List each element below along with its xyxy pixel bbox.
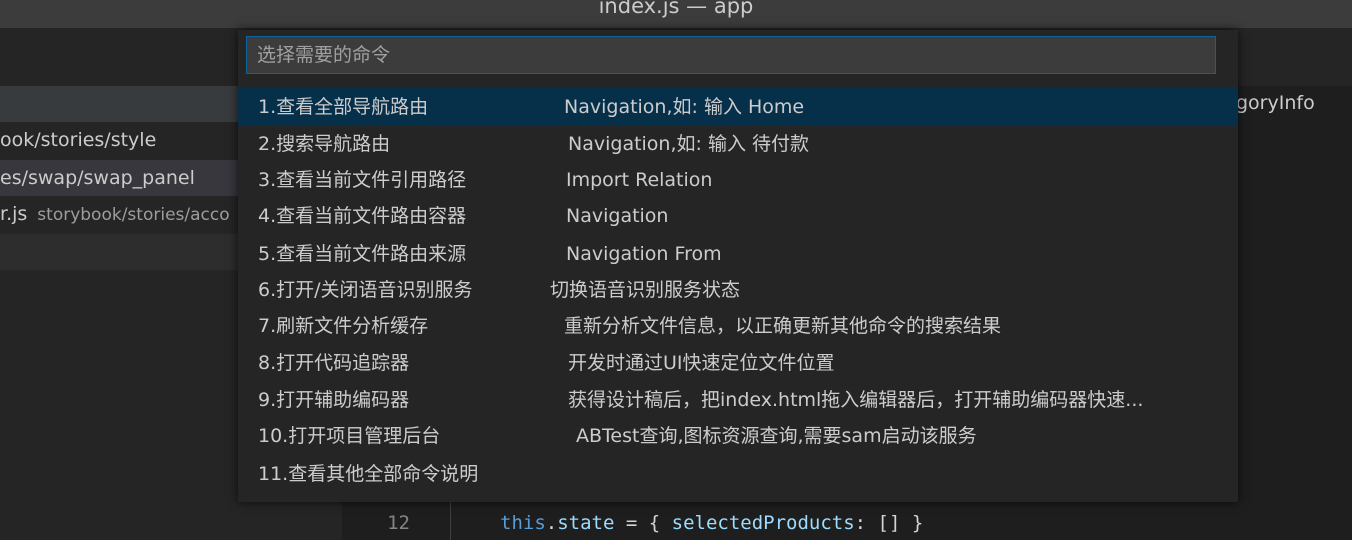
command-item[interactable]: 5.查看当前文件路由来源 Navigation From: [238, 235, 1238, 273]
command-detail: Import Relation: [566, 169, 713, 191]
command-detail: 获得设计稿后，把index.html拖入编辑器后，打开辅助编码器快速...: [568, 389, 1144, 411]
code-punct: .: [545, 512, 558, 534]
command-detail: Navigation From: [566, 243, 722, 265]
command-label: 11.查看其他全部命令说明: [258, 463, 479, 485]
line-number: 12: [387, 512, 410, 534]
command-item[interactable]: 9.打开辅助编码器 获得设计稿后，把index.html拖入编辑器后，打开辅助编…: [238, 381, 1238, 419]
command-label: 1.查看全部导航路由: [258, 96, 429, 118]
command-label: 6.打开/关闭语音识别服务: [258, 279, 473, 301]
command-item[interactable]: 2.搜索导航路由 Navigation,如: 输入 待付款: [238, 125, 1238, 163]
command-item[interactable]: 7.刷新文件分析缓存 重新分析文件信息，以正确更新其他命令的搜索结果: [238, 307, 1238, 345]
command-label: 5.查看当前文件路由来源: [258, 243, 467, 265]
file-label: ook/stories/style: [0, 129, 157, 151]
command-search-input[interactable]: [246, 36, 1216, 74]
title-bar: index.js — app: [0, 0, 1352, 28]
command-detail: Navigation: [566, 205, 669, 227]
code-punct: = {: [614, 512, 672, 534]
code-punct: : [] }: [854, 512, 924, 534]
command-label: 2.搜索导航路由: [258, 133, 391, 155]
window-title: index.js — app: [598, 0, 754, 18]
command-detail: ABTest查询,图标资源查询,需要sam启动该服务: [576, 425, 977, 447]
command-label: 9.打开辅助编码器: [258, 389, 410, 411]
code-line[interactable]: this.state = { selectedProducts: [] }: [500, 512, 923, 534]
command-item[interactable]: 4.查看当前文件路由容器 Navigation: [238, 197, 1238, 235]
command-detail: Navigation,如: 输入 Home: [564, 96, 805, 118]
command-item[interactable]: 8.打开代码追踪器 开发时通过UI快速定位文件位置: [238, 344, 1238, 382]
command-label: 4.查看当前文件路由容器: [258, 205, 467, 227]
command-item[interactable]: 3.查看当前文件引用路径 Import Relation: [238, 161, 1238, 199]
file-label: es/swap/swap_panel: [0, 167, 195, 189]
command-item[interactable]: 11.查看其他全部命令说明: [238, 455, 1238, 493]
command-label: 8.打开代码追踪器: [258, 352, 410, 374]
code-property: state: [557, 512, 615, 534]
file-path: storybook/stories/acco: [37, 205, 230, 225]
command-item[interactable]: 1.查看全部导航路由 Navigation,如: 输入 Home: [238, 88, 1238, 126]
editor-text-fragment: goryInfo: [1236, 92, 1315, 114]
command-palette: 1.查看全部导航路由 Navigation,如: 输入 Home 2.搜索导航路…: [238, 30, 1238, 502]
command-detail: 切换语音识别服务状态: [550, 279, 741, 301]
command-item[interactable]: 6.打开/关闭语音识别服务 切换语音识别服务状态: [238, 271, 1238, 309]
command-label: 3.查看当前文件引用路径: [258, 169, 467, 191]
command-label: 10.打开项目管理后台: [258, 425, 441, 447]
command-detail: 开发时通过UI快速定位文件位置: [568, 352, 835, 374]
command-detail: 重新分析文件信息，以正确更新其他命令的搜索结果: [564, 315, 1002, 337]
code-property: selectedProducts: [671, 512, 855, 534]
code-keyword: this: [500, 512, 546, 534]
command-item[interactable]: 10.打开项目管理后台 ABTest查询,图标资源查询,需要sam启动该服务: [238, 417, 1238, 455]
command-detail: Navigation,如: 输入 待付款: [568, 133, 809, 155]
file-label: r.js: [0, 203, 28, 225]
command-label: 7.刷新文件分析缓存: [258, 315, 429, 337]
